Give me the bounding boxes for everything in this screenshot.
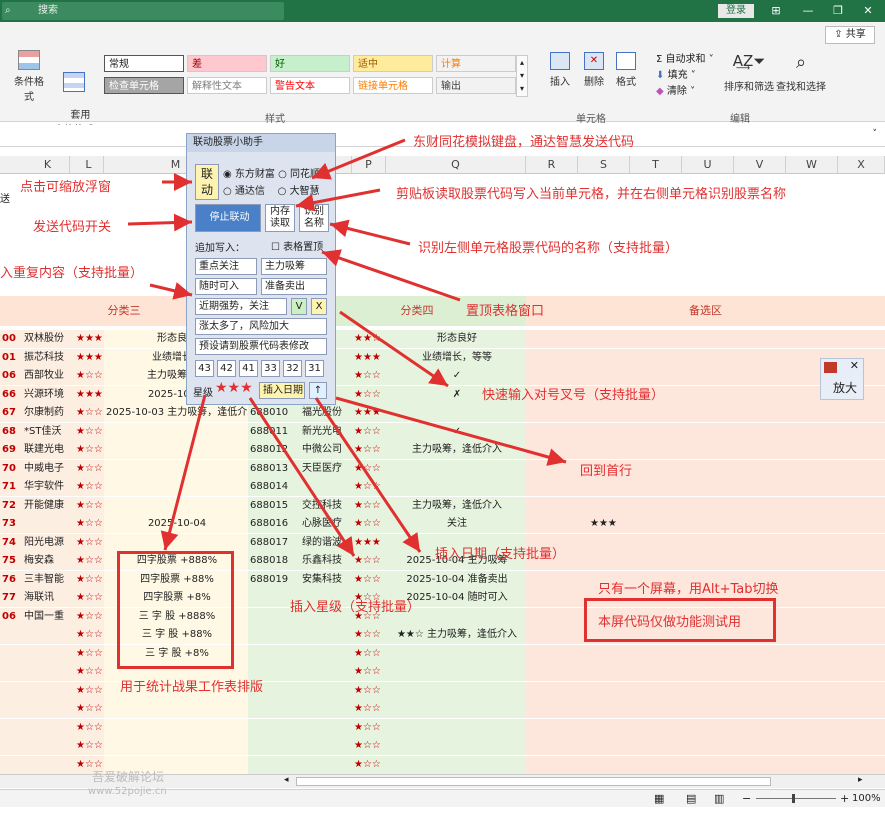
zoom-percent: 100%	[852, 793, 881, 804]
arrow-10	[314, 397, 422, 553]
watermark-url: www.52pojie.cn	[88, 786, 167, 797]
app-logo-icon	[824, 362, 837, 373]
normal-view-icon[interactable]: ▦	[654, 792, 664, 805]
scroll-left-icon[interactable]: ◂	[284, 775, 289, 785]
note-zoom: 点击可缩放浮窗	[20, 180, 112, 195]
arrow-4	[127, 213, 193, 232]
note-stats: 用于统计战果工作表排版	[120, 680, 264, 695]
arrow-6	[149, 282, 193, 300]
zoom-float-widget[interactable]: ✕ 放大	[820, 358, 864, 400]
note-repeat: 入重复内容（支持批量）	[0, 266, 144, 281]
note-test: 本屏代码仅做功能测试用	[598, 615, 742, 630]
arrow-3	[295, 188, 381, 212]
arrow-9	[335, 396, 567, 466]
page-layout-icon[interactable]: ▤	[686, 792, 696, 805]
arrow-5	[329, 219, 411, 246]
close-float-icon[interactable]: ✕	[850, 359, 859, 372]
note-date: 插入日期（支持批量）	[435, 547, 566, 562]
note-marks: 快速输入对号叉号（支持批量）	[482, 388, 665, 403]
arrow-11	[248, 397, 356, 557]
note-alt-tab: 只有一个屏幕，用Alt+Tab切换	[598, 582, 779, 597]
note-keyboard: 东财同花模拟键盘，通达智慧发送代码	[413, 135, 635, 150]
zoom-out-icon[interactable]: −	[742, 792, 751, 805]
note-stars: 插入星级（支持批量）	[290, 600, 421, 615]
zoom-slider[interactable]	[756, 794, 836, 803]
note-identify: 识别左侧单元格股票代码的名称（支持批量）	[418, 241, 679, 256]
note-send-switch: 发送代码开关	[33, 220, 112, 235]
annotation-arrows	[127, 138, 567, 557]
note-clipboard: 剪贴板读取股票代码写入当前单元格，并在右侧单元格识别股票名称	[396, 187, 787, 202]
note-first-row: 回到首行	[580, 464, 633, 479]
zoom-label: 放大	[833, 381, 858, 395]
arrow-7	[321, 249, 461, 302]
page-break-icon[interactable]: ▥	[714, 792, 724, 805]
arrow-1	[311, 138, 406, 180]
watermark-title: 吾爱破解论坛	[92, 770, 165, 784]
scroll-right-icon[interactable]: ▸	[858, 775, 863, 785]
arrow-8	[339, 310, 449, 388]
scroll-thumb[interactable]	[296, 777, 771, 786]
zoom-in-icon[interactable]: +	[840, 792, 849, 805]
note-pin: 置顶表格窗口	[466, 304, 545, 319]
arrow-12	[160, 394, 207, 551]
